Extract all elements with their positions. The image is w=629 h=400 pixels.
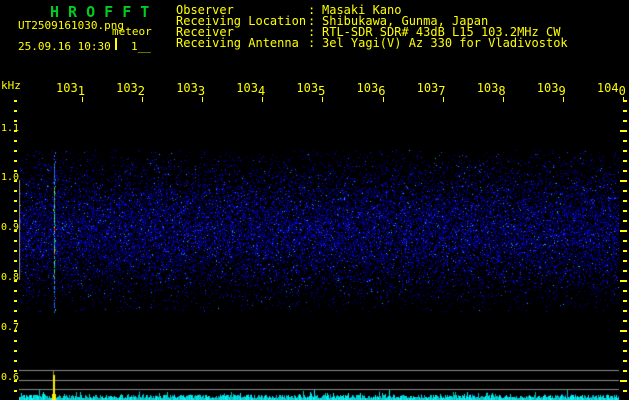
x-axis-tick-label: 1035 (296, 82, 325, 94)
y-axis-tick-mark-left (14, 190, 17, 192)
y-axis-tick-mark-right (620, 380, 627, 382)
y-axis-tick-mark-right (623, 350, 627, 352)
y-axis-tick-mark-left (14, 350, 17, 352)
y-axis-tick-mark-right (623, 240, 627, 242)
y-axis-tick-mark-left (14, 290, 17, 292)
y-axis-tick-mark-right (620, 130, 627, 132)
hrofft-screen: H R O F F T UT2509161030.png meteor 25.0… (0, 0, 629, 400)
y-axis-tick-mark-right (623, 270, 627, 272)
y-axis-tick-mark-left (14, 360, 17, 362)
x-axis-tick-label: 1040 (597, 82, 626, 94)
y-axis-tick-mark-left (14, 320, 17, 322)
y-axis-tick-mark-right (623, 170, 627, 172)
y-axis-tick-mark-right (623, 200, 627, 202)
y-axis-tick-mark-right (623, 190, 627, 192)
spectrogram-canvas (19, 100, 620, 400)
y-axis-tick-mark-right (623, 300, 627, 302)
x-axis-tick-label: 1038 (477, 82, 506, 94)
y-axis-tick-mark-right (623, 290, 627, 292)
y-axis-tick-mark-left (14, 280, 17, 282)
y-axis-tick-mark-right (623, 370, 627, 372)
y-axis-tick-mark-right (623, 150, 627, 152)
y-axis-tick-mark-left (14, 270, 17, 272)
y-axis-tick-mark-left (14, 180, 17, 182)
y-axis-tick-mark-left (14, 370, 17, 372)
x-axis-tick-label: 1037 (417, 82, 446, 94)
y-axis-tick-mark-right (623, 320, 627, 322)
y-axis-tick-mark-right (623, 310, 627, 312)
y-axis-tick-mark-left (14, 210, 17, 212)
x-axis-tick-label: 1034 (236, 82, 265, 94)
y-axis-tick-mark-left (14, 120, 17, 122)
y-axis-unit-label: kHz (1, 80, 21, 91)
y-axis-tick-mark-right (623, 140, 627, 142)
y-axis-tick-mark-left (14, 250, 17, 252)
y-axis-tick-mark-right (620, 180, 627, 182)
info-separator: : (308, 38, 315, 49)
y-axis-tick-mark-left (14, 200, 17, 202)
y-axis-tick-mark-left (14, 110, 17, 112)
info-value: 3el Yagi(V) Az 330 for Vladivostok (322, 38, 568, 49)
output-filename: UT2509161030.png (18, 20, 124, 31)
y-axis-tick-mark-right (623, 220, 627, 222)
y-axis-tick-mark-right (620, 330, 627, 332)
y-axis-tick-mark-left (14, 220, 17, 222)
x-axis-tick-label: 1039 (537, 82, 566, 94)
y-axis-tick-mark-right (623, 120, 627, 122)
y-axis-tick-mark-right (620, 230, 627, 232)
date-time: 25.09.16 10:30 (18, 41, 111, 52)
y-axis-tick-mark-left (14, 330, 17, 332)
y-axis-tick-mark-right (623, 250, 627, 252)
x-axis-tick-label: 1036 (357, 82, 386, 94)
y-axis-tick-mark-right (623, 210, 627, 212)
y-axis-tick-mark-left (14, 380, 17, 382)
y-axis-tick-mark-left (14, 300, 17, 302)
y-axis-tick-mark-left (14, 160, 17, 162)
y-axis-tick-mark-left (14, 230, 17, 232)
cursor-bar (115, 38, 117, 50)
y-axis-tick-mark-right (623, 260, 627, 262)
y-axis-tick-mark-right (620, 280, 627, 282)
x-axis-tick-label: 1031 (56, 82, 85, 94)
y-axis-tick-mark-right (623, 160, 627, 162)
info-label: Receiving Antenna (176, 38, 299, 49)
y-axis-tick-mark-right (623, 360, 627, 362)
y-axis-tick-mark-left (14, 150, 17, 152)
x-axis-tick-label: 1033 (176, 82, 205, 94)
y-axis-tick-mark-left (14, 310, 17, 312)
y-axis-tick-mark-left (14, 390, 17, 392)
y-axis-tick-mark-right (623, 340, 627, 342)
y-axis-tick-mark-left (14, 170, 17, 172)
station-label: meteor (112, 26, 152, 37)
y-axis-tick-mark-left (14, 340, 17, 342)
x-axis-tick-label: 1032 (116, 82, 145, 94)
y-axis-tick-mark-left (14, 100, 17, 102)
y-axis-tick-mark-left (14, 140, 17, 142)
y-axis-tick-mark-right (623, 390, 627, 392)
y-axis-tick-mark-right (623, 100, 627, 102)
count-marker: 1__ (131, 41, 151, 52)
y-axis-tick-mark-left (14, 260, 17, 262)
y-axis-tick-label: 1.1 (1, 124, 19, 134)
y-axis-tick-mark-left (14, 130, 17, 132)
y-axis-tick-mark-left (14, 240, 17, 242)
y-axis-tick-mark-right (623, 110, 627, 112)
